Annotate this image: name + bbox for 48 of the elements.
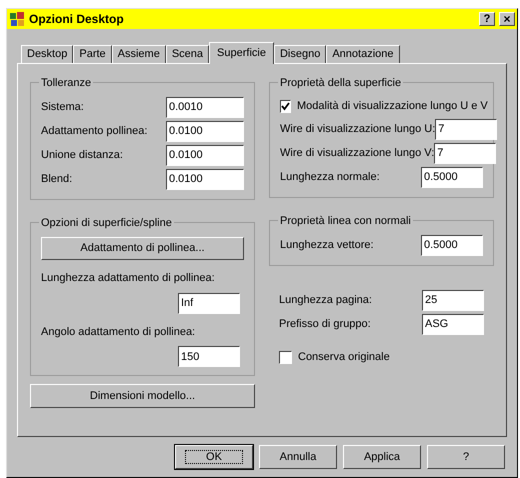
input-field[interactable]: 25 [422, 290, 484, 310]
group-title: Opzioni di superficie/spline [39, 215, 174, 232]
input-field[interactable]: Inf [178, 292, 240, 314]
dialog-button[interactable]: OK [175, 445, 253, 469]
tab[interactable]: Annotazione [326, 45, 400, 63]
input-field[interactable]: 0.0100 [166, 144, 244, 166]
tab[interactable]: Desktop [21, 45, 74, 63]
field-label: Adattamento pollinea: [41, 124, 148, 139]
input-field[interactable]: 0.0100 [166, 168, 244, 190]
tab[interactable]: Parte [73, 45, 112, 63]
input-field[interactable]: 0.5000 [421, 166, 483, 188]
field-label: Lunghezza vettore: [280, 238, 374, 253]
input-field[interactable]: 0.0100 [166, 120, 244, 142]
input-field[interactable]: 7 [434, 142, 496, 164]
field-label: Unione distanza: [41, 148, 123, 163]
input-field[interactable]: 0.0010 [166, 96, 244, 118]
field-label: Lunghezza adattamento di pollinea: [41, 271, 216, 286]
dialog-button[interactable]: Annulla [259, 445, 337, 469]
window-title: Opzioni Desktop [29, 11, 125, 28]
app-icon [9, 11, 25, 27]
input-field[interactable]: 150 [178, 346, 240, 367]
input-field[interactable]: 7 [435, 118, 498, 140]
dimensioni-button[interactable]: Dimensioni modello... [30, 384, 255, 408]
field-label: Wire di visualizzazione lungo V: [280, 146, 434, 161]
checkbox[interactable] [280, 100, 291, 112]
tab[interactable]: Superficie [209, 42, 274, 64]
close-button[interactable]: × [499, 12, 515, 26]
checkbox-label: Conserva originale [298, 350, 390, 365]
group-title: Proprietà della superficie [278, 75, 404, 92]
tab[interactable]: Scena [166, 45, 210, 63]
field-label: Wire di visualizzazione lungo U: [280, 122, 436, 137]
field-label: Lunghezza pagina: [279, 292, 372, 308]
dialog-button[interactable]: ? [427, 445, 505, 469]
tab[interactable]: Assieme [112, 45, 166, 63]
field-label: Angolo adattamento di pollinea: [41, 324, 196, 340]
tab[interactable]: Disegno [274, 45, 326, 63]
checkbox[interactable] [279, 350, 292, 364]
field-label: Sistema: [41, 100, 84, 115]
checkbox-label: Modalità di visualizzazione lungo U e V [297, 98, 488, 114]
group-title: Proprietà linea con normali [278, 213, 413, 230]
input-field[interactable]: 0.5000 [421, 234, 483, 256]
field-label: Prefisso di gruppo: [279, 316, 371, 332]
help-button[interactable]: ? [479, 12, 495, 26]
field-label: Blend: [41, 172, 72, 187]
pollinea-button[interactable]: Adattamento di pollinea... [41, 237, 244, 260]
input-field[interactable]: ASG [422, 314, 484, 334]
field-label: Lunghezza normale: [280, 170, 380, 185]
dialog-button[interactable]: Applica [343, 445, 421, 469]
